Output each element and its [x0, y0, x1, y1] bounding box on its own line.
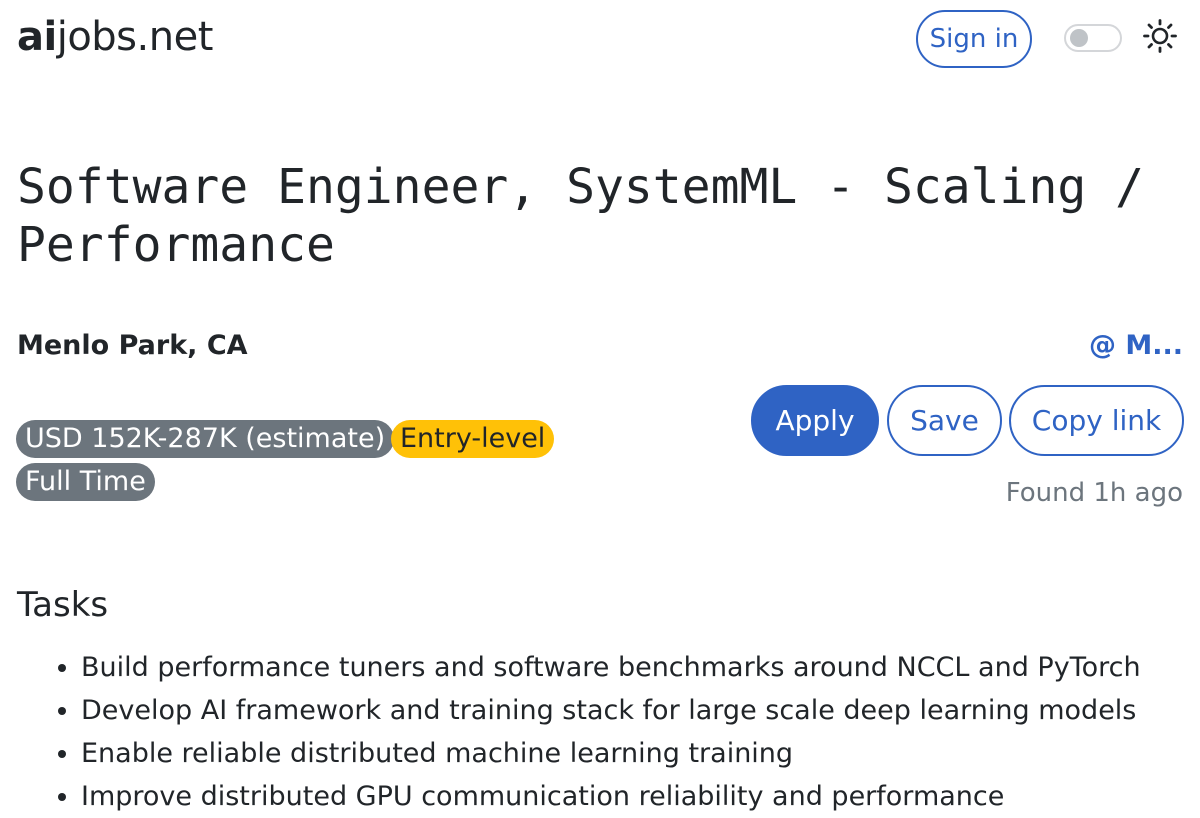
- tasks-heading: Tasks: [17, 585, 109, 625]
- job-location: Menlo Park, CA: [17, 330, 248, 361]
- logo-rest-part: jobs.net: [56, 14, 214, 60]
- save-button[interactable]: Save: [887, 385, 1002, 456]
- found-time: Found 1h ago: [1005, 478, 1183, 508]
- theme-toggle[interactable]: [1064, 24, 1122, 52]
- apply-button[interactable]: Apply: [751, 385, 879, 456]
- list-item: Enable reliable distributed machine lear…: [81, 732, 1200, 775]
- sun-icon[interactable]: [1142, 18, 1178, 54]
- job-title: Software Engineer, SystemML - Scaling / …: [17, 159, 1145, 273]
- list-item: Build performance tuners and software be…: [81, 646, 1200, 689]
- logo-bold-part: ai: [17, 14, 57, 60]
- salary-badge: USD 152K-287K (estimate): [16, 420, 395, 458]
- copy-link-button[interactable]: Copy link: [1009, 385, 1184, 456]
- tasks-list: Build performance tuners and software be…: [38, 646, 1200, 818]
- sign-in-button[interactable]: Sign in: [916, 10, 1032, 68]
- list-item: Improve distributed GPU communication re…: [81, 775, 1200, 818]
- list-item: Develop AI framework and training stack …: [81, 689, 1200, 732]
- site-logo[interactable]: aijobs.net: [17, 14, 213, 60]
- employment-type-badge: Full Time: [16, 463, 155, 501]
- toggle-knob: [1070, 29, 1088, 47]
- company-link[interactable]: @ M...: [1089, 330, 1183, 361]
- level-badge: Entry-level: [391, 420, 555, 458]
